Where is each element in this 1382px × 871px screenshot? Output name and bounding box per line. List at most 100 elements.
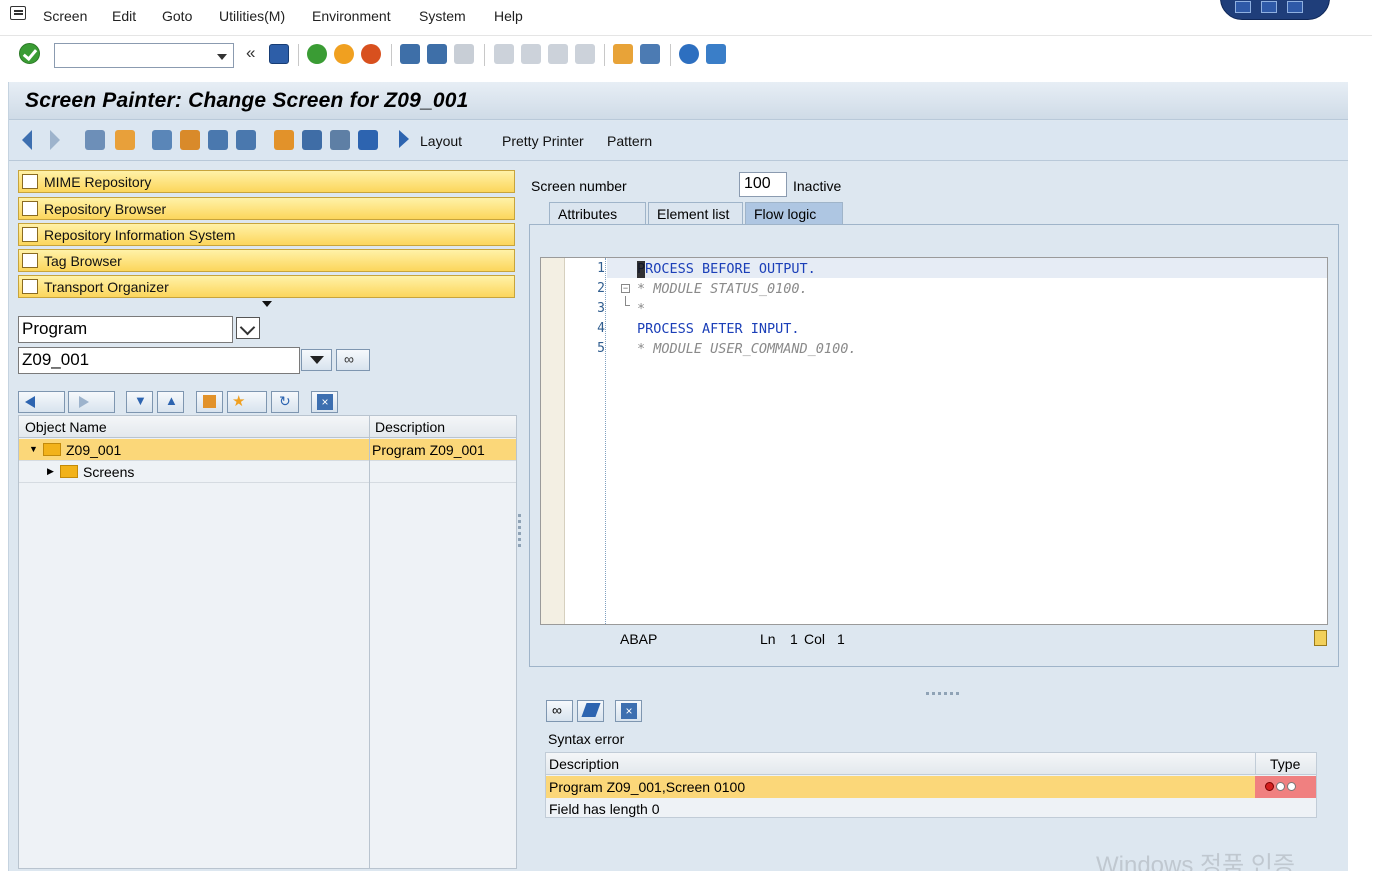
favorites-button[interactable]: ★ xyxy=(227,391,267,413)
column-type[interactable]: Type xyxy=(1270,756,1300,772)
menu-environment[interactable]: Environment xyxy=(312,8,391,24)
enter-check-icon[interactable] xyxy=(19,43,40,64)
menu-help[interactable]: Help xyxy=(494,8,523,24)
shortcut-icon[interactable] xyxy=(640,44,660,64)
back-icon[interactable] xyxy=(307,44,327,64)
tree-row[interactable]: ▶ Screens xyxy=(19,461,516,483)
last-page-icon[interactable] xyxy=(575,44,595,64)
pattern-button[interactable]: Pattern xyxy=(607,133,652,149)
close-tree-button[interactable]: × xyxy=(311,391,338,413)
display-glasses-button[interactable]: ∞ xyxy=(336,349,370,371)
layout-button[interactable]: Layout xyxy=(420,133,462,149)
repository-information-system-label: Repository Information System xyxy=(44,227,236,243)
menu-edit[interactable]: Edit xyxy=(112,8,136,24)
expanded-triangle-icon[interactable]: ▼ xyxy=(29,444,38,454)
exit-icon[interactable] xyxy=(334,44,354,64)
menu-system[interactable]: System xyxy=(419,8,466,24)
tree-back-button[interactable] xyxy=(18,391,65,413)
minimize-icon[interactable] xyxy=(1235,1,1251,13)
save-icon[interactable] xyxy=(269,44,289,64)
code-line: * MODULE STATUS_0100. xyxy=(637,281,808,297)
hierarchy-icon[interactable] xyxy=(274,130,294,150)
test-icon[interactable] xyxy=(180,130,200,150)
customize-layout-icon[interactable] xyxy=(706,44,726,64)
object-type-select[interactable]: Program xyxy=(18,316,233,343)
vertical-splitter[interactable] xyxy=(518,514,521,550)
menu-goto[interactable]: Goto xyxy=(162,8,192,24)
previous-page-icon[interactable] xyxy=(521,44,541,64)
menu-utilities[interactable]: Utilities(M) xyxy=(219,8,285,24)
transport-organizer-button[interactable]: Transport Organizer xyxy=(18,275,515,298)
cancel-icon[interactable] xyxy=(361,44,381,64)
close-window-icon[interactable] xyxy=(1287,1,1303,13)
collapse-triangle-icon[interactable] xyxy=(262,301,272,307)
system-menu-icon[interactable] xyxy=(10,6,26,20)
next-page-icon[interactable] xyxy=(548,44,568,64)
repository-browser-button[interactable]: Repository Browser xyxy=(18,197,515,220)
tree-forward-button[interactable] xyxy=(68,391,115,413)
column-description[interactable]: Description xyxy=(375,419,445,435)
first-page-icon[interactable] xyxy=(494,44,514,64)
command-field[interactable] xyxy=(54,43,234,68)
collapse-all-button[interactable]: ▲ xyxy=(157,391,184,413)
menu-screen[interactable]: Screen xyxy=(43,8,87,24)
maximize-icon[interactable] xyxy=(1261,1,1277,13)
check-icon[interactable] xyxy=(152,130,172,150)
find-next-icon[interactable] xyxy=(454,44,474,64)
tab-flow-logic[interactable]: Flow logic xyxy=(745,202,843,226)
repository-information-system-button[interactable]: Repository Information System xyxy=(18,223,515,246)
enhance-icon[interactable] xyxy=(302,130,322,150)
find-icon[interactable] xyxy=(427,44,447,64)
line-number: 2 xyxy=(597,281,605,296)
tab-element-list[interactable]: Element list xyxy=(648,202,743,226)
repository-browser-label: Repository Browser xyxy=(44,201,167,217)
edit-error-button[interactable] xyxy=(577,700,604,722)
code-line: * MODULE USER_COMMAND_0100. xyxy=(637,341,857,357)
collapse-toolbar-icon[interactable]: « xyxy=(246,43,255,63)
chevron-down-icon[interactable] xyxy=(217,54,227,60)
clipboard-icon[interactable] xyxy=(1314,630,1327,646)
tab-attributes[interactable]: Attributes xyxy=(549,202,646,226)
mime-repository-button[interactable]: MIME Repository xyxy=(18,170,515,193)
column-description[interactable]: Description xyxy=(549,756,619,772)
back-arrow-icon[interactable] xyxy=(22,130,32,150)
tag-browser-label: Tag Browser xyxy=(44,253,122,269)
display-error-button[interactable]: ∞ xyxy=(546,700,573,722)
help-icon[interactable] xyxy=(679,44,699,64)
display-object-list-icon[interactable] xyxy=(236,130,256,150)
table-row[interactable]: Program Z09_001,Screen 0100 xyxy=(546,776,1316,798)
activate-icon[interactable] xyxy=(115,130,135,150)
refresh-button[interactable]: ↻ xyxy=(271,391,299,413)
collapsed-triangle-icon[interactable]: ▶ xyxy=(47,466,54,477)
fold-collapse-icon[interactable]: − xyxy=(621,284,630,293)
close-error-button[interactable]: × xyxy=(615,700,642,722)
hierarchy-icon xyxy=(203,395,216,408)
close-icon: × xyxy=(317,394,333,410)
column-object-name[interactable]: Object Name xyxy=(25,419,107,435)
code-editor[interactable]: 1 2 3 4 5 − PROCESS BEFORE OUTPUT. * MOD… xyxy=(540,257,1328,625)
table-row[interactable]: Field has length 0 xyxy=(546,798,1316,820)
table-icon[interactable] xyxy=(330,130,350,150)
expand-all-button[interactable]: ▼ xyxy=(126,391,153,413)
object-type-dropdown-icon[interactable] xyxy=(236,317,260,339)
error-table-header: Description Type xyxy=(546,753,1316,775)
info-icon[interactable] xyxy=(358,130,378,150)
object-name-input[interactable]: Z09_001 xyxy=(18,347,300,374)
screen-number-field[interactable]: 100 xyxy=(739,172,787,197)
tree-row[interactable]: ▼ Z09_001 Program Z09_001 xyxy=(19,439,516,461)
where-used-icon[interactable] xyxy=(208,130,228,150)
separator xyxy=(391,44,392,66)
folder-open-icon xyxy=(43,443,61,456)
tag-browser-button[interactable]: Tag Browser xyxy=(18,249,515,272)
collapse-icon: ▲ xyxy=(165,393,178,408)
print-icon[interactable] xyxy=(400,44,420,64)
display-change-icon[interactable] xyxy=(85,130,105,150)
horizontal-splitter[interactable] xyxy=(926,692,962,695)
line-number: 5 xyxy=(597,341,605,356)
object-name-dropdown-button[interactable] xyxy=(301,349,332,371)
hierarchy-button[interactable] xyxy=(196,391,223,413)
create-session-icon[interactable] xyxy=(613,44,633,64)
forward-arrow-icon[interactable] xyxy=(50,130,60,150)
pretty-printer-button[interactable]: Pretty Printer xyxy=(502,133,584,149)
folder-icon xyxy=(60,465,78,478)
